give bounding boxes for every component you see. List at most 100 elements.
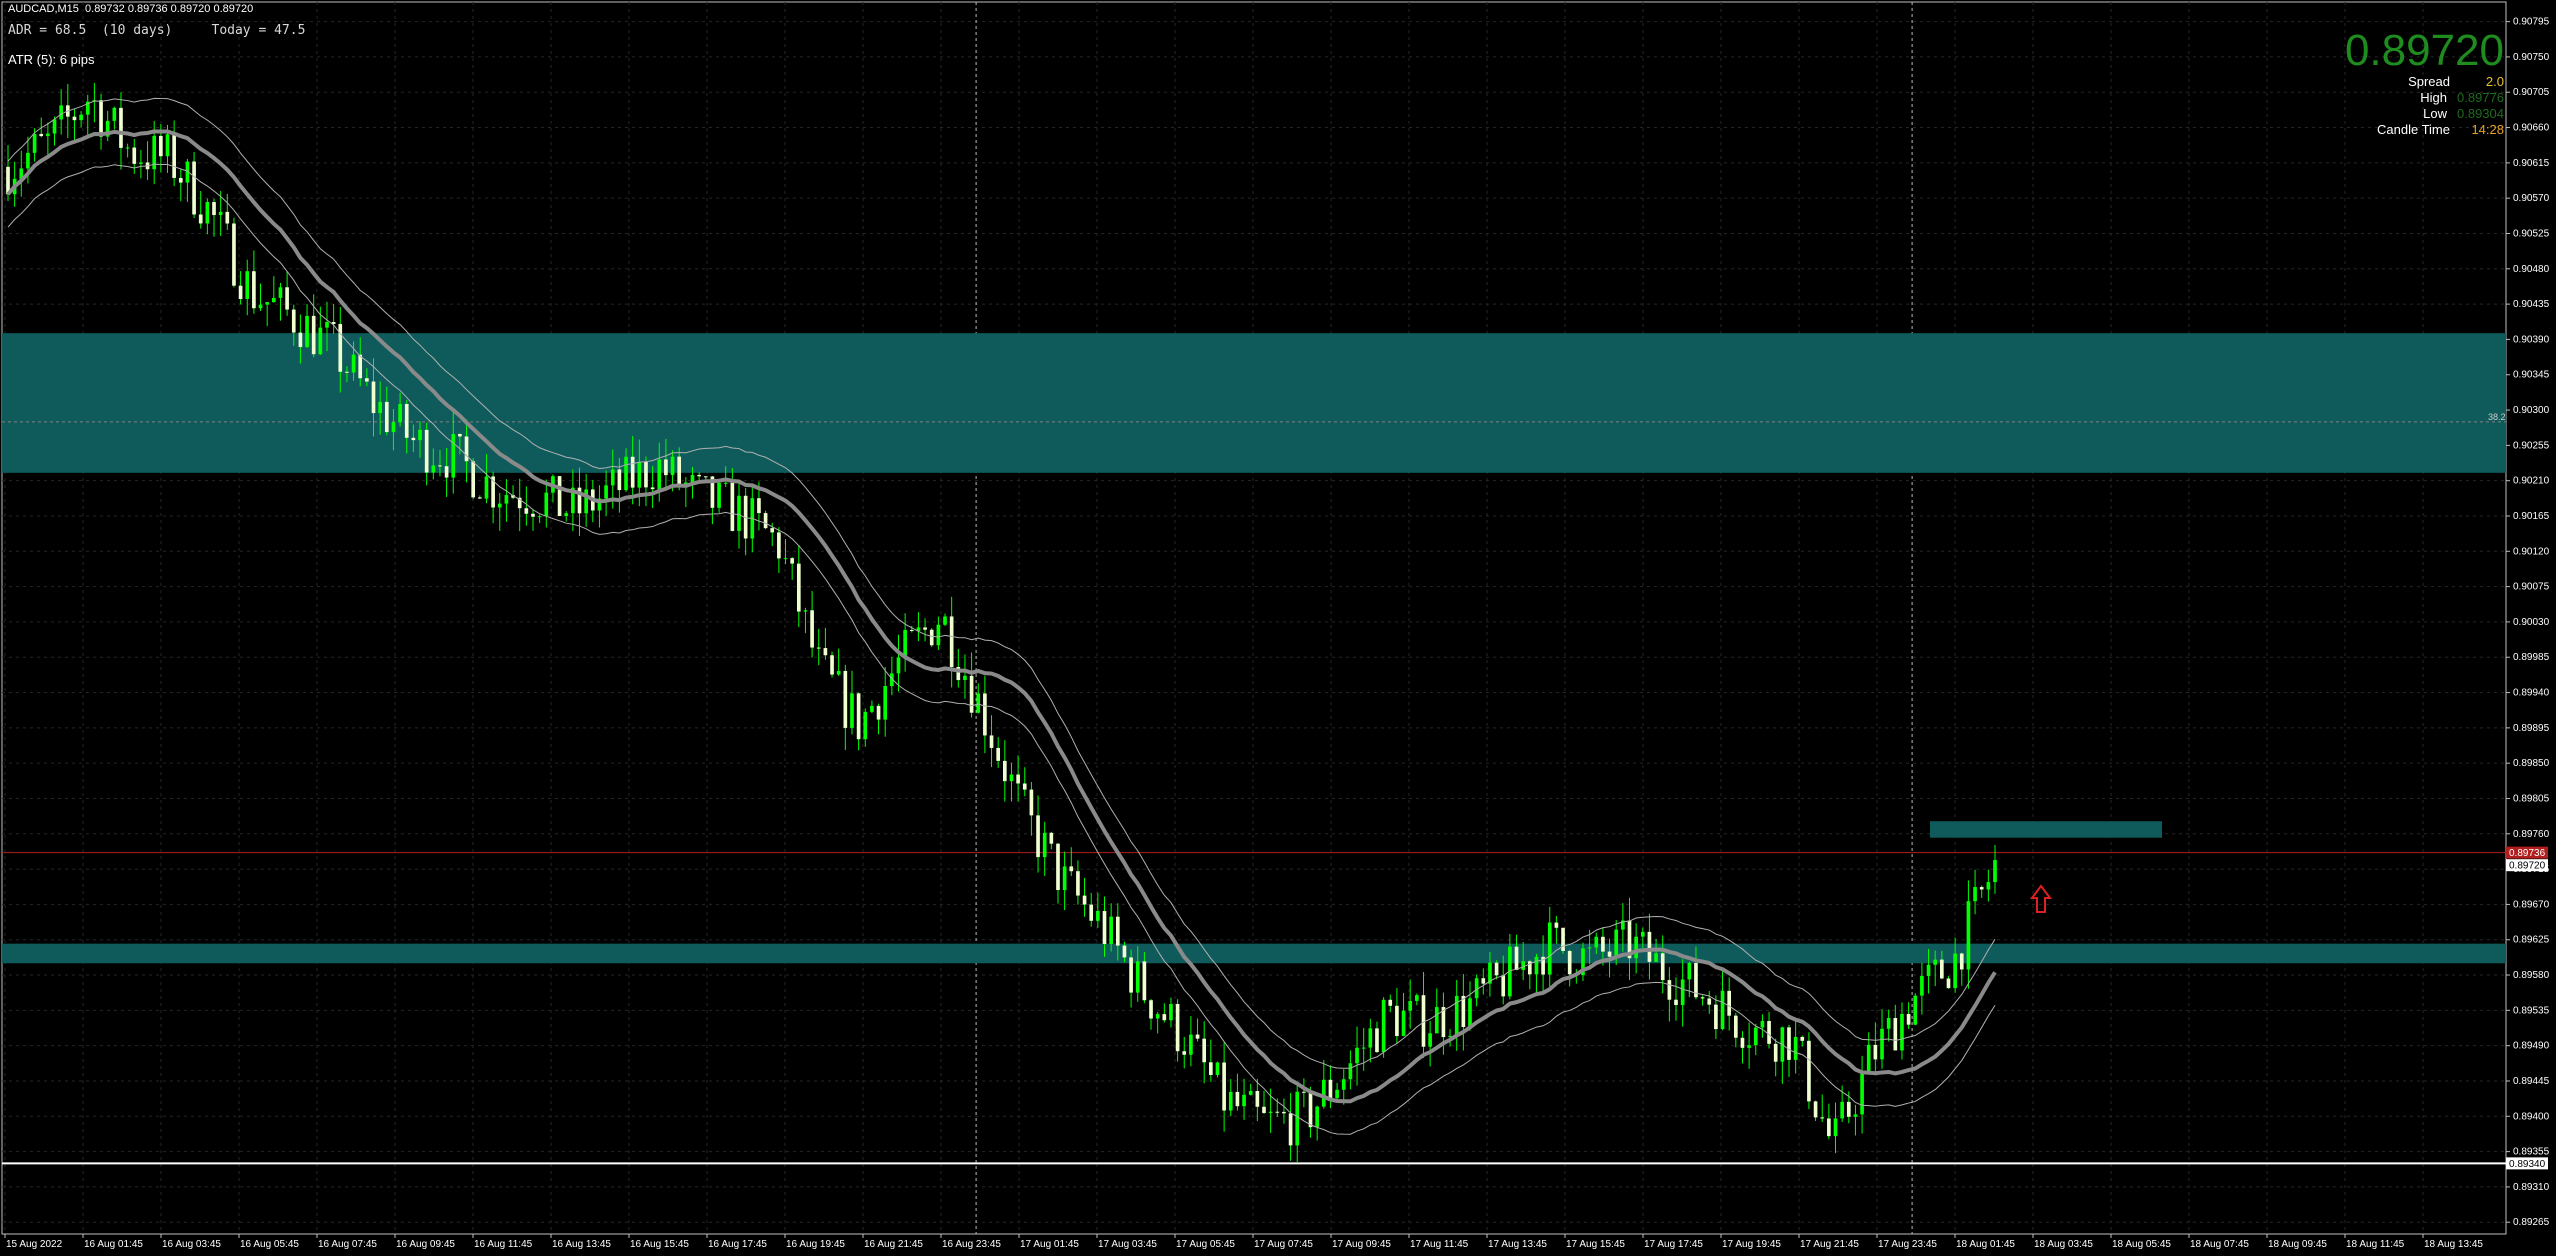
candle[interactable] (1973, 869, 1977, 915)
candle[interactable] (836, 648, 841, 676)
candle[interactable] (1235, 1073, 1240, 1111)
candle[interactable] (524, 486, 529, 526)
candle[interactable] (1860, 1055, 1864, 1134)
candle[interactable] (1767, 1011, 1771, 1049)
candle[interactable] (19, 150, 24, 197)
candle[interactable] (85, 94, 90, 137)
candle[interactable] (178, 168, 183, 202)
candle[interactable] (1036, 795, 1040, 873)
candle[interactable] (936, 616, 941, 650)
candle[interactable] (1348, 1050, 1353, 1090)
candle[interactable] (1182, 1036, 1187, 1069)
candle[interactable] (105, 110, 110, 142)
candle[interactable] (1222, 1042, 1226, 1132)
candle[interactable] (717, 478, 721, 513)
candle[interactable] (1288, 1093, 1293, 1161)
candle[interactable] (1368, 1018, 1373, 1063)
candle[interactable] (1062, 851, 1067, 911)
candle[interactable] (1189, 1016, 1193, 1067)
candle[interactable] (504, 479, 509, 522)
candle[interactable] (1959, 952, 1964, 986)
candle[interactable] (1866, 1032, 1871, 1072)
candle[interactable] (198, 191, 203, 229)
candle[interactable] (956, 648, 961, 688)
candle[interactable] (1634, 923, 1638, 974)
candle[interactable] (1674, 977, 1678, 1021)
candle[interactable] (816, 628, 821, 666)
candle[interactable] (1049, 831, 1054, 850)
candle[interactable] (1680, 959, 1685, 1027)
candle[interactable] (604, 470, 608, 516)
candle[interactable] (1813, 1100, 1818, 1122)
candle[interactable] (265, 302, 270, 327)
candle[interactable] (1627, 897, 1632, 980)
candle[interactable] (1760, 1014, 1765, 1038)
candle[interactable] (497, 492, 502, 531)
candle[interactable] (557, 476, 562, 517)
candle[interactable] (1780, 1026, 1785, 1084)
candle[interactable] (763, 510, 768, 530)
candle[interactable] (863, 708, 868, 747)
candle[interactable] (870, 700, 874, 714)
candle[interactable] (99, 93, 103, 150)
candle[interactable] (1773, 1038, 1778, 1077)
candle[interactable] (803, 607, 808, 634)
candle[interactable] (896, 634, 901, 692)
candle[interactable] (876, 703, 881, 735)
candle[interactable] (1468, 981, 1472, 1031)
candle[interactable] (1820, 1094, 1825, 1123)
candle[interactable] (1461, 973, 1466, 1051)
candle[interactable] (1893, 1004, 1898, 1051)
candle[interactable] (1395, 987, 1399, 1044)
candle[interactable] (52, 116, 57, 146)
candle[interactable] (1547, 906, 1552, 991)
candle[interactable] (1900, 1002, 1904, 1060)
candle[interactable] (843, 664, 848, 751)
candle[interactable] (1421, 972, 1426, 1058)
candle[interactable] (584, 473, 588, 527)
candle[interactable] (1753, 1023, 1758, 1056)
candle[interactable] (929, 628, 934, 648)
candle[interactable] (1720, 971, 1725, 1031)
candle[interactable] (1793, 1020, 1798, 1074)
candle[interactable] (1534, 953, 1539, 994)
candle[interactable] (1202, 1021, 1207, 1084)
candle[interactable] (471, 458, 476, 500)
candle[interactable] (989, 715, 994, 768)
candle[interactable] (1747, 1022, 1751, 1069)
candle[interactable] (1966, 880, 1971, 989)
candle[interactable] (1129, 949, 1133, 1008)
candle[interactable] (1454, 979, 1459, 1051)
candle[interactable] (1029, 781, 1034, 836)
candle[interactable] (1727, 977, 1732, 1031)
candle[interactable] (1714, 995, 1718, 1039)
candle[interactable] (571, 469, 575, 532)
candle[interactable] (1076, 860, 1080, 905)
candle[interactable] (1009, 762, 1014, 802)
candle[interactable] (1069, 847, 1074, 877)
candle[interactable] (684, 477, 688, 508)
candle[interactable] (1800, 1035, 1805, 1047)
candle[interactable] (1228, 1079, 1233, 1117)
candle[interactable] (1002, 740, 1007, 802)
candle[interactable] (810, 590, 814, 658)
candle[interactable] (1481, 968, 1486, 995)
candle[interactable] (1733, 1012, 1738, 1048)
candle[interactable] (1155, 1011, 1160, 1034)
candle[interactable] (1381, 997, 1386, 1058)
candle[interactable] (969, 652, 974, 718)
candle[interactable] (192, 151, 196, 219)
candle[interactable] (1494, 960, 1499, 980)
candle[interactable] (92, 83, 97, 123)
candle[interactable] (856, 692, 861, 751)
candle[interactable] (478, 495, 482, 499)
candle[interactable] (823, 627, 828, 660)
candle[interactable] (1787, 1024, 1791, 1077)
candle[interactable] (949, 596, 954, 688)
candle[interactable] (511, 485, 515, 500)
candle[interactable] (777, 527, 781, 573)
candle[interactable] (1089, 892, 1094, 927)
candle[interactable] (125, 143, 130, 158)
candle[interactable] (1082, 877, 1087, 917)
candle[interactable] (1979, 885, 1984, 898)
